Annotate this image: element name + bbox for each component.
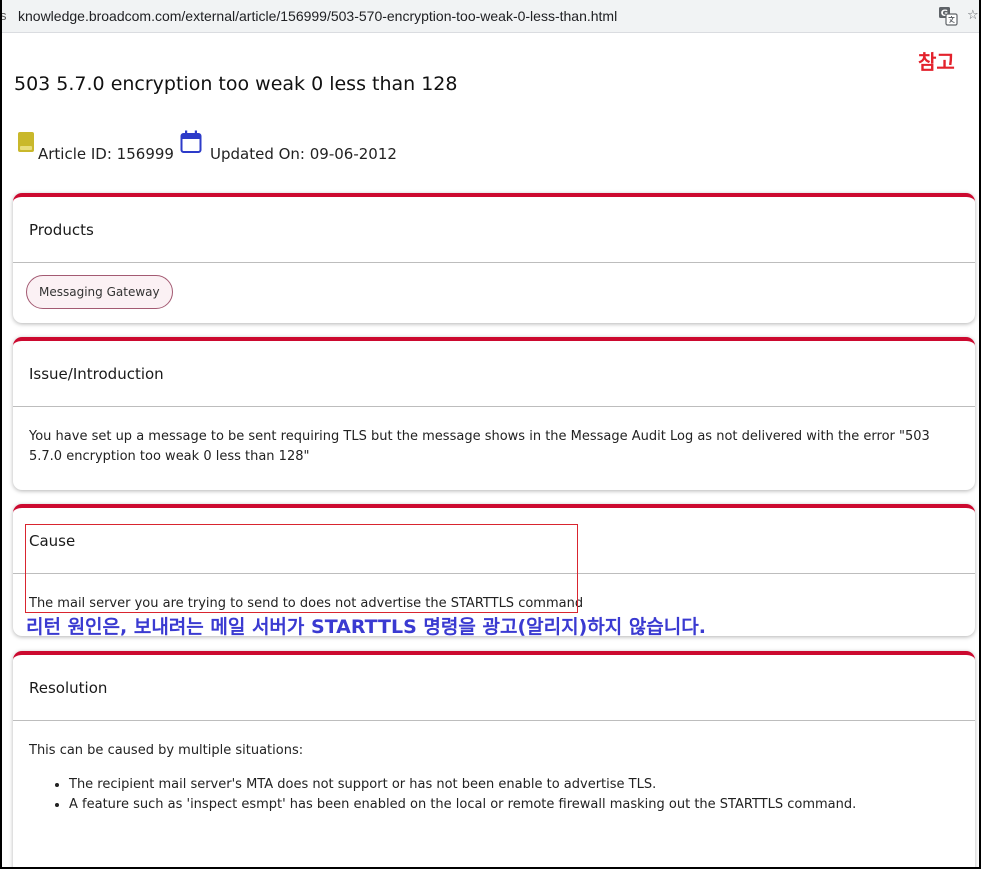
calendar-icon (180, 130, 202, 153)
resolution-item: A feature such as 'inspect esmpt' has be… (69, 795, 949, 815)
updated-on: Updated On: 09-06-2012 (210, 145, 397, 163)
resolution-item: The recipient mail server's MTA does not… (69, 775, 949, 795)
reference-label: 참고 (918, 50, 955, 74)
korean-annotation: 리턴 원인은, 보내려는 메일 서버가 STARTTLS 명령을 광고(알리지)… (26, 616, 706, 638)
issue-header: Issue/Introduction (13, 341, 975, 407)
book-icon (18, 132, 34, 152)
products-heading: Products (29, 221, 94, 239)
browser-address-bar[interactable]: s knowledge.broadcom.com/external/articl… (0, 0, 981, 33)
resolution-intro: This can be caused by multiple situation… (29, 743, 304, 758)
translate-icon[interactable]: G (938, 6, 958, 26)
article-id: Article ID: 156999 (38, 145, 174, 163)
url-text[interactable]: knowledge.broadcom.com/external/article/… (18, 8, 617, 24)
products-card: Products Messaging Gateway (13, 193, 975, 323)
issue-text: You have set up a message to be sent req… (29, 429, 930, 464)
resolution-card: Resolution This can be caused by multipl… (13, 651, 975, 869)
products-header: Products (13, 197, 975, 263)
page-title: 503 5.7.0 encryption too weak 0 less tha… (14, 73, 458, 95)
star-icon[interactable]: ☆ (967, 8, 979, 23)
product-chip-messaging-gateway[interactable]: Messaging Gateway (26, 275, 173, 309)
tab-edge-text: s (0, 8, 7, 23)
cause-highlight-box (25, 524, 578, 613)
resolution-heading: Resolution (29, 679, 108, 697)
article-meta: Article ID: 156999 Updated On: 09-06-201… (16, 128, 516, 168)
issue-heading: Issue/Introduction (29, 365, 164, 383)
resolution-header: Resolution (13, 655, 975, 721)
issue-card: Issue/Introduction You have set up a mes… (13, 337, 975, 490)
resolution-list: The recipient mail server's MTA does not… (69, 775, 949, 815)
